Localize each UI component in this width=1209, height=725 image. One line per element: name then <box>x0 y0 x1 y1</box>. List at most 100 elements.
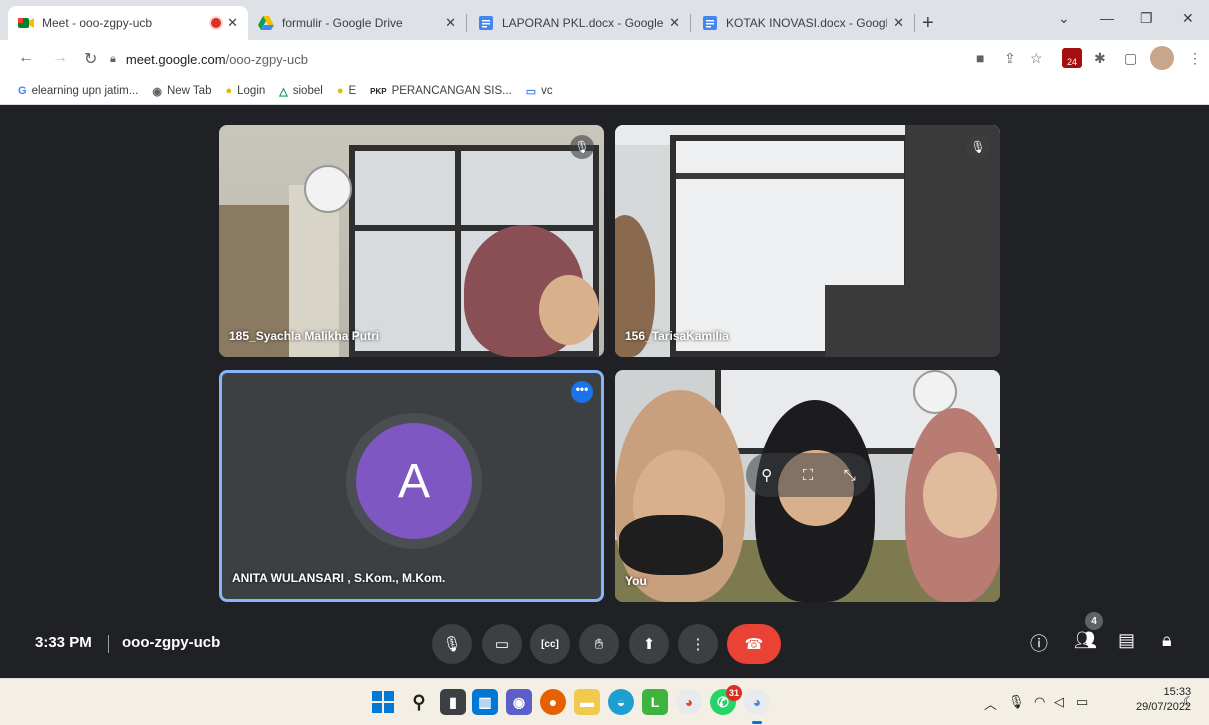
notifications-moon-icon[interactable]: ☾ <box>1183 694 1195 710</box>
participant-tile[interactable]: 🎙︎ 156_TarisaKamilia <box>615 125 1000 357</box>
docs-favicon-icon <box>702 15 718 31</box>
minimize-self-view-icon[interactable]: ⤡ <box>844 467 856 484</box>
raise-hand-button[interactable]: ✋︎ <box>579 624 619 664</box>
bookmark-perancangan[interactable]: PKP PERANCANGAN SIS... <box>370 85 512 97</box>
present-button[interactable]: ⬆ <box>629 624 669 664</box>
widgets-icon[interactable]: ▥ <box>472 689 498 715</box>
tab-meet[interactable]: Meet - ooo-zgpy-ucb ✕ <box>8 6 248 40</box>
show-hidden-icons-chevron-icon[interactable]: ︿ <box>984 694 997 713</box>
wifi-icon[interactable]: ◠ <box>1034 694 1045 710</box>
bookmark-login[interactable]: ● Login <box>225 85 265 97</box>
bookmarks-bar: Gelearning upn jatim... ◉ New Tab ● Login … <box>0 78 1209 105</box>
active-app-indicator <box>752 721 762 724</box>
microphone-icon: 🎙︎ <box>442 636 462 653</box>
windows-taskbar: ⚲ ▮ ▥ ◉ ● ▬ ◒ L ◕ ✆ 31 ◕ ︿ 🎙︎ ◠ ◁ ▭ 15:3… <box>0 678 1209 725</box>
muted-mic-icon: 🎙︎ <box>570 135 594 159</box>
participant-name: 156_TarisaKamilia <box>625 329 729 343</box>
participant-name: 185_Syachla Malikha Putri <box>229 329 380 343</box>
docs-favicon-icon <box>478 15 494 31</box>
meeting-code: ooo-zgpy-ucb <box>122 634 221 651</box>
host-controls-lock-icon[interactable]: 🔒︎ <box>1162 630 1172 651</box>
back-arrow-icon[interactable]: ← <box>18 49 34 67</box>
battery-icon[interactable]: ▭ <box>1076 694 1088 710</box>
restore-icon[interactable]: ❐ <box>1140 10 1153 27</box>
address-bar[interactable]: 🔒︎ meet.google.com/ooo-zgpy-ucb <box>110 45 1010 73</box>
menu-kebab-icon[interactable]: ⋮ <box>1188 50 1202 67</box>
close-window-icon[interactable]: ✕ <box>1182 10 1194 27</box>
close-tab-icon[interactable]: ✕ <box>669 15 680 31</box>
tab-title: Meet - ooo-zgpy-ucb <box>42 16 153 30</box>
extensions-puzzle-icon[interactable]: ✱ <box>1094 50 1106 67</box>
participant-tile[interactable]: 🎙︎ 185_Syachla Malikha Putri <box>219 125 604 357</box>
vc-logo-icon: ▭ <box>525 85 537 98</box>
more-vert-icon: ⋮ <box>690 636 706 653</box>
profile-avatar[interactable] <box>1150 46 1174 70</box>
recording-indicator-icon <box>211 18 222 28</box>
self-view-tile[interactable]: ⚲ ⛶ ⤡ You <box>615 370 1000 602</box>
tab-divider <box>690 14 691 32</box>
present-screen-icon: ⬆ <box>642 636 656 653</box>
notification-badge: 31 <box>726 685 742 701</box>
more-options-icon[interactable]: ••• <box>571 381 593 403</box>
new-tab-plus-icon[interactable]: + <box>922 12 934 35</box>
microphone-button[interactable]: 🎙︎ <box>432 624 472 664</box>
edge-icon[interactable]: ◒ <box>608 689 634 715</box>
volume-icon[interactable]: ◁ <box>1054 694 1064 710</box>
bookmark-label: Login <box>237 85 266 97</box>
tab-title: KOTAK INOVASI.docx - Google D <box>726 16 887 30</box>
extension-badge: 24 <box>1066 57 1077 67</box>
e-logo-icon: ● <box>336 85 344 97</box>
search-icon[interactable]: ⚲ <box>406 689 432 715</box>
share-icon[interactable]: ⇪ <box>1004 50 1016 67</box>
camera-in-use-icon[interactable]: ■ <box>976 50 984 66</box>
tab-kotak-inovasi[interactable]: KOTAK INOVASI.docx - Google D ✕ <box>692 6 914 40</box>
participant-tile-active[interactable]: A ••• ANITA WULANSARI , S.Kom., M.Kom. <box>219 370 604 602</box>
forward-arrow-icon[interactable]: → <box>52 49 68 67</box>
more-options-button[interactable]: ⋮ <box>678 624 718 664</box>
pin-icon[interactable]: ⚲ <box>761 466 772 484</box>
captions-button[interactable]: [cc] <box>530 624 570 664</box>
chrome-icon[interactable]: ◕ <box>676 689 702 715</box>
participant-name: You <box>625 574 647 588</box>
close-tab-icon[interactable]: ✕ <box>227 15 238 31</box>
meeting-details-icon[interactable]: ⓘ <box>1030 630 1048 656</box>
tab-divider <box>466 14 467 32</box>
tab-title: LAPORAN PKL.docx - Google Do <box>502 16 664 30</box>
chat-icon[interactable]: ▤ <box>1118 630 1135 651</box>
side-panel-icon[interactable]: ▢ <box>1124 50 1137 67</box>
tab-drive[interactable]: formulir - Google Drive ✕ <box>248 6 466 40</box>
close-tab-icon[interactable]: ✕ <box>445 15 456 31</box>
leave-call-button[interactable]: ☎︎ <box>727 624 781 664</box>
tab-search-chevron-icon[interactable]: ⌄ <box>1058 10 1070 27</box>
teams-chat-icon[interactable]: ◉ <box>506 689 532 715</box>
bookmark-vc[interactable]: ▭ vc <box>526 85 553 98</box>
extension-calendar-icon[interactable]: 24 <box>1062 48 1082 68</box>
meet-stage: 🎙︎ 185_Syachla Malikha Putri 🎙︎ 156_Tari… <box>0 105 1209 678</box>
hide-self-view-icon[interactable]: ⛶ <box>803 467 814 484</box>
bookmark-elearning[interactable]: Gelearning upn jatim... <box>18 85 138 97</box>
close-tab-icon[interactable]: ✕ <box>893 15 904 31</box>
bookmark-siobel[interactable]: △ siobel <box>279 85 323 98</box>
start-windows-icon[interactable] <box>370 689 396 715</box>
bookmark-e[interactable]: ● E <box>337 85 356 97</box>
people-icon[interactable]: 👥︎ <box>1074 630 1097 651</box>
reload-icon[interactable]: ↻ <box>84 49 97 69</box>
tab-laporan[interactable]: LAPORAN PKL.docx - Google Do ✕ <box>468 6 690 40</box>
bookmark-label: elearning upn jatim... <box>31 85 139 97</box>
participant-name: ANITA WULANSARI , S.Kom., M.Kom. <box>232 571 446 585</box>
camera-button[interactable]: ▭ <box>482 624 522 664</box>
tab-title: formulir - Google Drive <box>282 16 403 30</box>
bookmark-new-tab[interactable]: ◉ New Tab <box>152 85 211 98</box>
microphone-tray-icon[interactable]: 🎙︎ <box>1008 694 1025 710</box>
video-feed <box>615 125 1000 357</box>
file-explorer-icon[interactable]: ▬ <box>574 689 600 715</box>
l-app-icon[interactable]: L <box>642 689 668 715</box>
chrome-profile-icon[interactable]: ◕ <box>744 689 770 715</box>
firefox-icon[interactable]: ● <box>540 689 566 715</box>
triangle-icon: △ <box>279 85 288 98</box>
screen: Meet - ooo-zgpy-ucb ✕ formulir - Google … <box>0 0 1209 725</box>
minimize-icon[interactable]: — <box>1100 10 1114 26</box>
bookmark-star-icon[interactable]: ☆ <box>1030 50 1043 67</box>
task-view-icon[interactable]: ▮ <box>440 689 466 715</box>
login-logo-icon: ● <box>225 85 233 97</box>
